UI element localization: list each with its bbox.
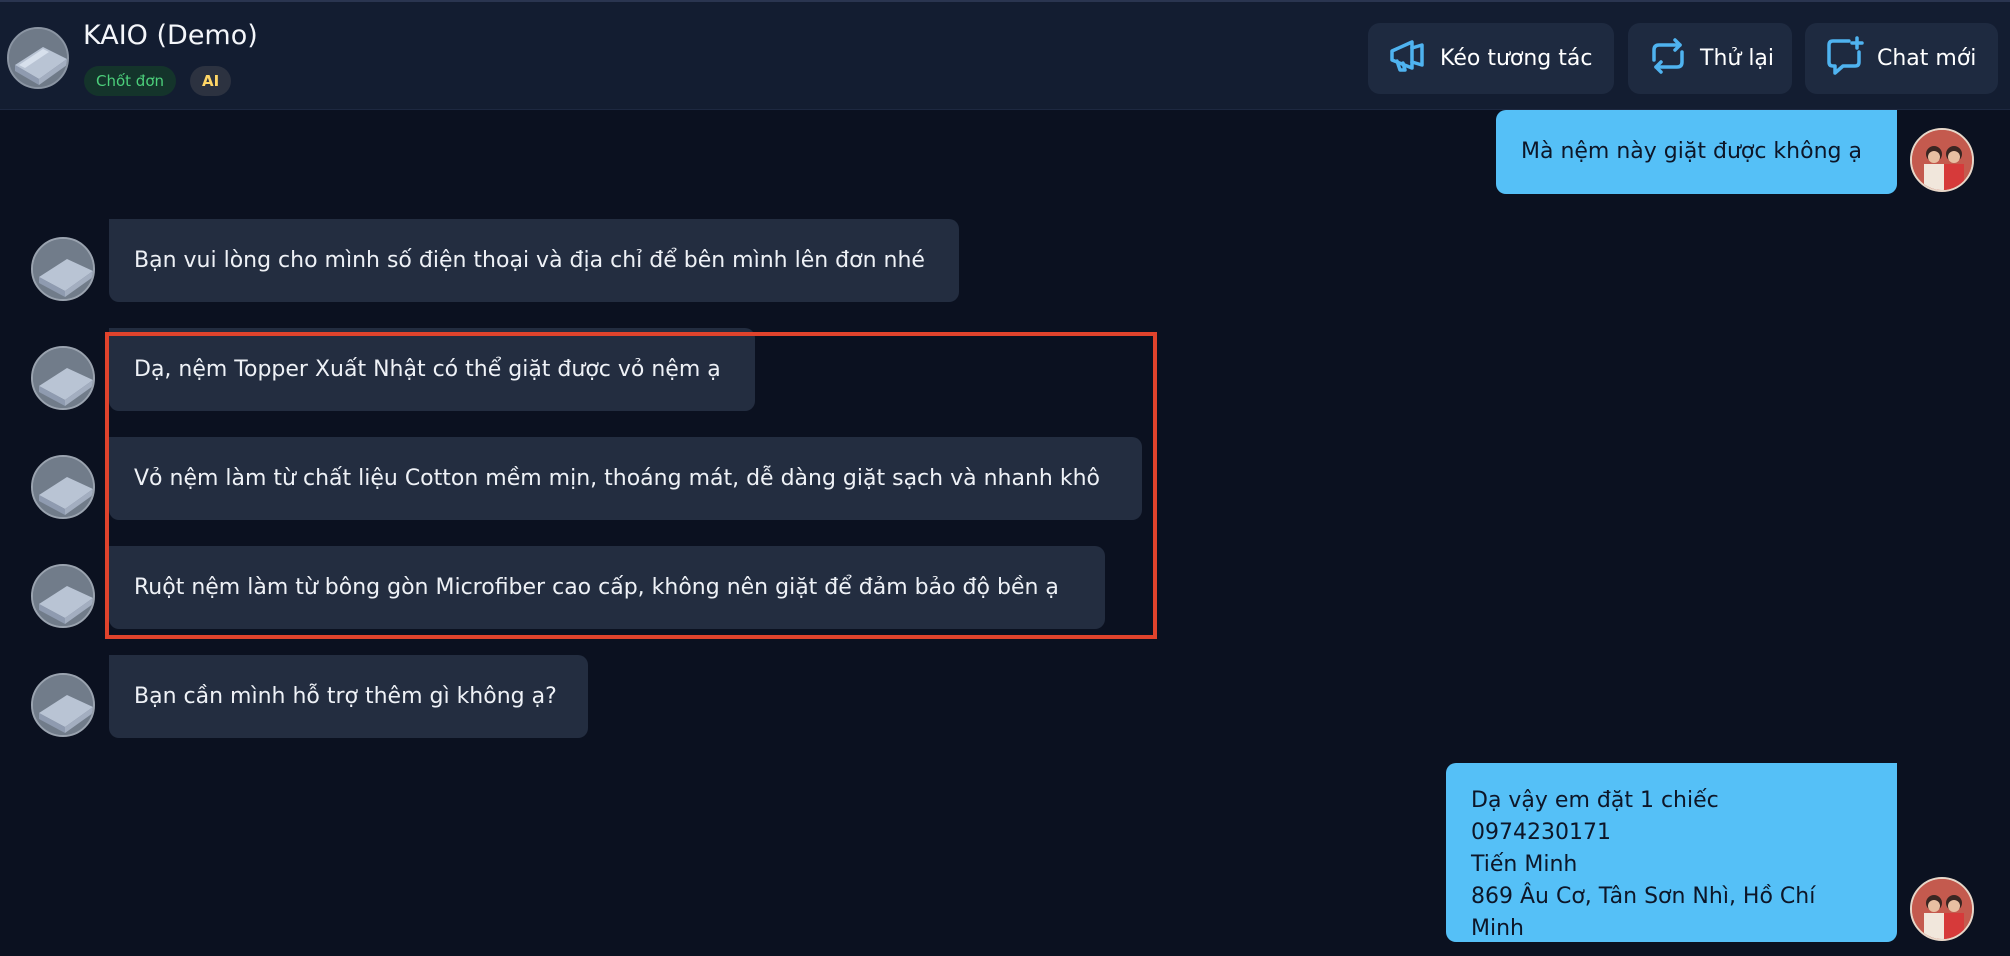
bot-message-text: Bạn vui lòng cho mình số điện thoại và đ…: [134, 247, 925, 273]
keo-tuong-tac-label: Kéo tương tác: [1440, 46, 1593, 71]
bot-avatar: [31, 564, 95, 628]
bot-avatar: [31, 346, 95, 410]
user-message-text: Mà nệm này giặt được không ạ: [1521, 139, 1862, 164]
highlight-box: [105, 332, 1157, 639]
bot-avatar: [31, 673, 95, 737]
shop-avatar: [7, 27, 69, 89]
megaphone-icon: [1388, 38, 1440, 80]
retry-label: Thử lại: [1700, 46, 1775, 71]
user-avatar: [1910, 128, 1974, 192]
user-message-line: Dạ vậy em đặt 1 chiếc: [1471, 788, 1719, 813]
user-message-line: 869 Âu Cơ, Tân Sơn Nhì, Hồ Chí Minh: [1471, 884, 1816, 941]
retry-button[interactable]: Thử lại: [1628, 23, 1792, 94]
bot-avatar: [31, 455, 95, 519]
user-avatar: [1910, 877, 1974, 941]
new-chat-icon: [1825, 35, 1877, 82]
chat-header: KAIO (Demo) Chốt đơn AI Kéo tương tác Th…: [0, 0, 2010, 110]
new-chat-button[interactable]: Chat mới: [1805, 23, 1998, 94]
user-message: Dạ vậy em đặt 1 chiếc 0974230171 Tiến Mi…: [1446, 763, 1897, 942]
ai-badge: AI: [190, 66, 232, 96]
bot-avatar: [31, 237, 95, 301]
bot-message-text: Bạn cần mình hỗ trợ thêm gì không ạ?: [134, 683, 557, 709]
retry-icon: [1648, 37, 1700, 80]
user-message-line: Tiến Minh: [1471, 852, 1578, 877]
user-message: Mà nệm này giặt được không ạ: [1496, 110, 1897, 194]
bot-message: Bạn cần mình hỗ trợ thêm gì không ạ?: [109, 655, 588, 738]
keo-tuong-tac-button[interactable]: Kéo tương tác: [1368, 23, 1614, 94]
shop-name: KAIO (Demo): [83, 20, 258, 51]
new-chat-label: Chat mới: [1877, 46, 1977, 71]
bot-message: Bạn vui lòng cho mình số điện thoại và đ…: [109, 219, 959, 302]
user-message-line: 0974230171: [1471, 820, 1611, 845]
status-badge: Chốt đơn: [84, 66, 177, 96]
